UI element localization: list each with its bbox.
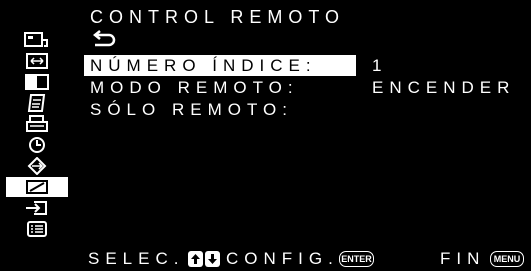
footer-hint-bar: SELEC. CONFIG. ENTER FIN MENU [0, 247, 531, 271]
menu-row-value: ENCENDER [372, 78, 516, 97]
down-arrow-icon [205, 251, 220, 267]
back-icon[interactable] [90, 30, 118, 50]
printer-icon[interactable] [6, 114, 68, 134]
osd-menu: CONTROL REMOTO NÚMERO ÍNDICE: 1 MODO REM… [0, 0, 531, 271]
input-icon[interactable] [6, 198, 68, 218]
timer-icon[interactable] [6, 135, 68, 155]
menu-row-label: NÚMERO ÍNDICE: [90, 56, 317, 75]
menu-row-label: SÓLO REMOTO: [90, 100, 293, 119]
menu-row-remote-mode[interactable]: MODO REMOTO: ENCENDER [84, 77, 524, 98]
enter-key: ENTER [339, 251, 374, 267]
connection-icon[interactable] [6, 156, 68, 176]
memo-icon[interactable] [6, 93, 68, 113]
picture-adjust-icon[interactable] [6, 30, 68, 50]
config-hint: CONFIG. [226, 249, 339, 268]
up-arrow-icon [188, 251, 203, 267]
sidebar [6, 30, 68, 240]
screen-adjust-icon[interactable] [6, 51, 68, 71]
page-title: CONTROL REMOTO [90, 7, 346, 27]
dual-picture-icon[interactable] [6, 72, 68, 92]
select-hint: SELEC. [88, 249, 185, 268]
menu-row-remote-only[interactable]: SÓLO REMOTO: [84, 99, 524, 120]
end-hint: FIN [440, 249, 486, 268]
menu-key: MENU [490, 251, 524, 267]
remote-control-icon[interactable] [6, 177, 68, 197]
menu-row-value: 1 [372, 56, 388, 75]
list-icon[interactable] [6, 219, 68, 239]
menu-row-label: MODO REMOTO: [90, 78, 299, 97]
menu-row-index-number[interactable]: NÚMERO ÍNDICE: 1 [84, 55, 524, 76]
